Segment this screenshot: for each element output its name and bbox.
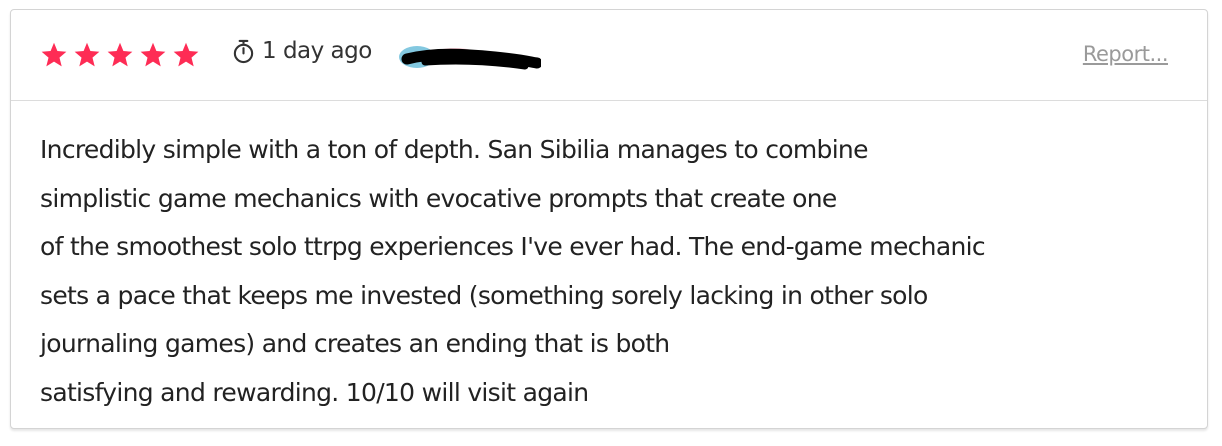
redacted-avatar — [399, 46, 541, 70]
review-timestamp: 1 day ago — [232, 38, 372, 64]
star-icon — [41, 42, 67, 67]
review-text-line: simplistic game mechanics with evocative… — [40, 183, 837, 213]
star-icon — [173, 42, 199, 67]
star-icon — [107, 42, 133, 67]
star-icon — [140, 42, 166, 67]
star-rating — [40, 41, 200, 69]
star-icon — [74, 42, 100, 67]
time-ago-label: 1 day ago — [262, 38, 372, 64]
review-text-line: satisfying and rewarding. 10/10 will vis… — [40, 377, 589, 407]
review-text-line: Incredibly simple with a ton of depth. S… — [40, 135, 868, 164]
report-link[interactable]: Report... — [1083, 42, 1169, 66]
stopwatch-icon — [233, 39, 254, 63]
review-body: Incredibly simple with a ton of depth. S… — [40, 126, 1170, 417]
review-text-line: journaling games) and creates an ending … — [40, 329, 670, 358]
review-header: 1 day ago Report... — [11, 10, 1207, 101]
review-card: 1 day ago Report... Incredibly simple wi… — [10, 9, 1208, 429]
review-text-line: of the smoothest solo ttrpg experiences … — [40, 232, 986, 261]
review-text-line: sets a pace that keeps me invested (some… — [40, 280, 928, 310]
